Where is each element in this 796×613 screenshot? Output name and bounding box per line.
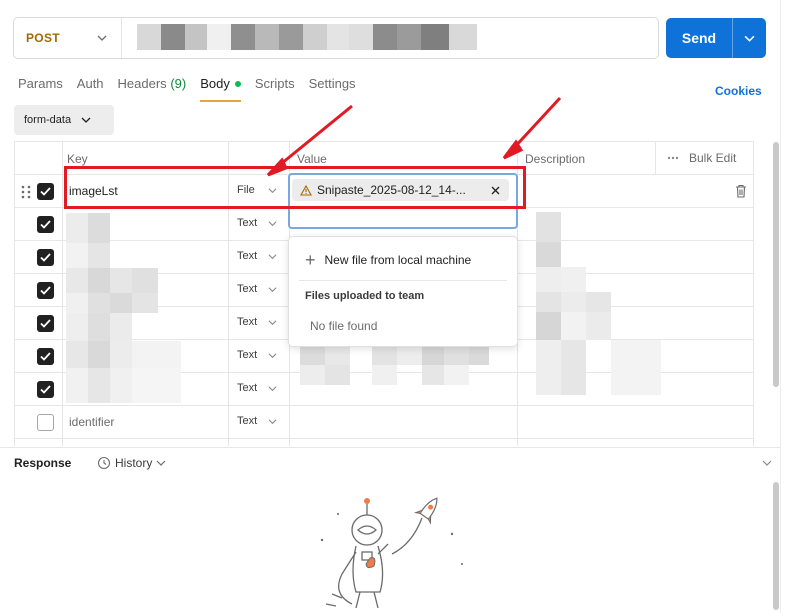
astronaut-illustration	[320, 497, 463, 609]
table-row: identifier Text	[15, 406, 753, 439]
annotation-box	[64, 166, 526, 209]
row-type[interactable]: Text	[237, 316, 257, 328]
drag-handle-icon[interactable]	[21, 185, 31, 199]
tab-label: Auth	[76, 76, 104, 91]
row-checkbox[interactable]	[37, 315, 54, 332]
header-key: Key	[67, 152, 88, 166]
tab-settings[interactable]: Settings	[309, 76, 356, 102]
cookies-link[interactable]: Cookies	[715, 84, 762, 98]
chevron-down-icon	[744, 35, 755, 42]
row-checkbox[interactable]	[37, 414, 54, 431]
row-type[interactable]: Text	[237, 382, 257, 394]
chevron-down-icon	[156, 460, 166, 466]
chevron-down-icon	[268, 287, 277, 293]
row-type[interactable]: Text	[237, 217, 257, 229]
tab-label: Scripts	[254, 76, 295, 91]
body-mode-label: form-data	[24, 114, 72, 126]
chevron-down-icon	[268, 386, 277, 392]
tab-headers[interactable]: Headers (9)	[118, 76, 187, 102]
chevron-down-icon	[268, 353, 277, 359]
history-button[interactable]: History	[97, 456, 166, 470]
row-key[interactable]: identifier	[69, 415, 114, 429]
bulk-edit-button[interactable]: Bulk Edit	[667, 151, 736, 165]
check-icon	[40, 286, 51, 295]
chevron-down-icon	[268, 221, 277, 227]
check-icon	[40, 187, 51, 196]
check-icon	[40, 385, 51, 394]
chevron-down-icon	[268, 419, 277, 425]
row-checkbox[interactable]	[37, 216, 54, 233]
panel-edge	[780, 0, 781, 613]
method-select[interactable]: POST	[14, 18, 122, 58]
header-value: Value	[297, 152, 327, 166]
empty-message: No file found	[310, 319, 378, 333]
more-dots-icon	[667, 156, 679, 160]
section-title: Files uploaded to team	[305, 290, 425, 302]
new-file-option[interactable]: + New file from local machine	[305, 251, 471, 269]
row-type[interactable]: Text	[237, 283, 257, 295]
tab-params[interactable]: Params	[18, 76, 63, 102]
row-checkbox[interactable]	[37, 282, 54, 299]
table-scrollbar[interactable]	[773, 142, 779, 387]
check-icon	[40, 220, 51, 229]
check-icon	[40, 352, 51, 361]
url-input[interactable]	[137, 24, 477, 50]
new-file-label: New file from local machine	[324, 253, 472, 267]
send-button[interactable]: Send	[666, 18, 766, 58]
bulk-edit-label: Bulk Edit	[689, 151, 737, 165]
headers-count: (9)	[170, 76, 187, 91]
row-checkbox[interactable]	[37, 183, 54, 200]
redacted-descriptions	[536, 212, 662, 397]
tab-label: Params	[18, 76, 63, 91]
tab-scripts[interactable]: Scripts	[255, 76, 295, 102]
request-tabs: Params Auth Headers (9) Body Scripts Set…	[18, 76, 370, 102]
tab-label: Headers	[117, 76, 167, 91]
history-label: History	[115, 456, 153, 470]
trash-icon[interactable]	[735, 184, 747, 198]
chevron-down-icon	[268, 254, 277, 260]
request-bar: POST	[13, 17, 659, 59]
body-mode-select[interactable]: form-data	[14, 105, 114, 135]
response-divider	[0, 447, 780, 448]
divider	[299, 280, 507, 281]
chevron-down-icon	[81, 117, 91, 123]
tab-label: Body	[200, 76, 230, 91]
redacted-values	[300, 347, 515, 387]
redacted-keys	[66, 213, 181, 403]
file-picker-dropdown: + New file from local machine Files uplo…	[288, 236, 518, 347]
send-label: Send	[681, 30, 717, 46]
tab-body[interactable]: Body	[200, 76, 241, 102]
chevron-down-icon	[268, 320, 277, 326]
row-type[interactable]: Text	[237, 349, 257, 361]
tab-label: Settings	[308, 76, 356, 91]
check-icon	[40, 319, 51, 328]
plus-icon: +	[305, 250, 316, 270]
tab-auth[interactable]: Auth	[77, 76, 104, 102]
row-checkbox[interactable]	[37, 381, 54, 398]
row-type[interactable]: Text	[237, 415, 257, 427]
check-icon	[40, 253, 51, 262]
row-type[interactable]: Text	[237, 250, 257, 262]
collapse-chevron-icon[interactable]	[762, 458, 772, 468]
method-label: POST	[26, 31, 60, 45]
chevron-down-icon	[97, 35, 107, 41]
send-options-button[interactable]	[733, 33, 766, 44]
row-checkbox[interactable]	[37, 348, 54, 365]
body-indicator-dot	[234, 80, 241, 87]
row-checkbox[interactable]	[37, 249, 54, 266]
response-title: Response	[14, 456, 72, 470]
history-icon	[97, 456, 111, 470]
response-scrollbar[interactable]	[773, 482, 779, 610]
header-description: Description	[525, 152, 586, 166]
